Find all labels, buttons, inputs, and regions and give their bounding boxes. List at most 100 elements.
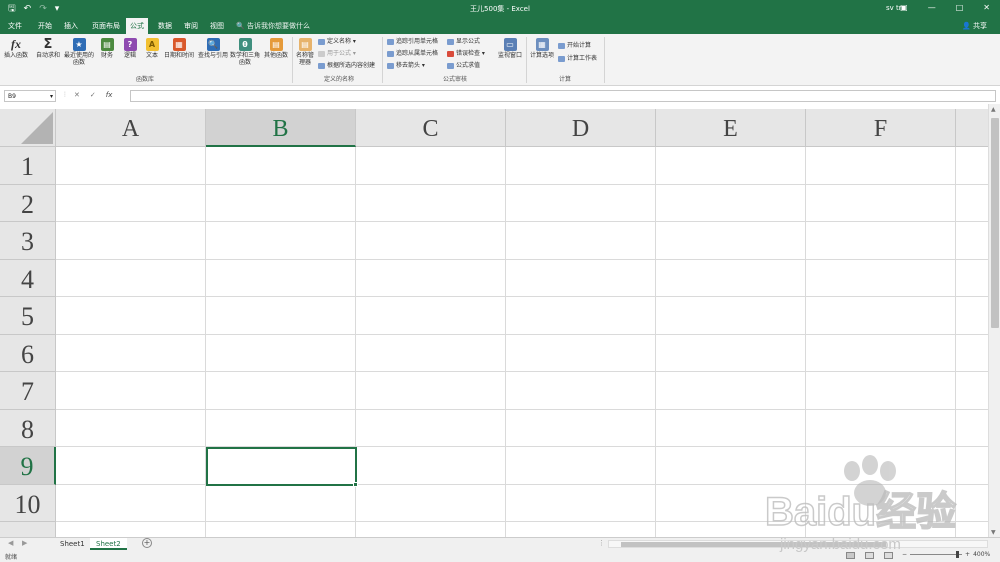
error-checking-button[interactable]: 错误检查 ▾ — [447, 50, 485, 58]
trace-precedents-icon — [387, 38, 394, 45]
sheet-tab-sheet1[interactable]: Sheet1 — [54, 538, 91, 550]
name-manager-button[interactable]: ▤ 名称管理器 — [294, 38, 316, 66]
sheet-tab-sheet2[interactable]: Sheet2 — [90, 538, 127, 550]
column-header-c[interactable]: C — [356, 109, 506, 147]
more-functions-button[interactable]: ▤ 其他函数 — [262, 38, 290, 59]
insert-function-button[interactable]: fx 插入函数 — [3, 38, 29, 59]
insert-function-icon[interactable]: fx — [106, 91, 113, 99]
recent-functions-button[interactable]: ★ 最近使用的函数 — [62, 38, 96, 66]
split-handle-icon[interactable]: ⋮ — [598, 539, 605, 547]
chevron-down-icon[interactable]: ▾ — [50, 91, 53, 102]
financial-icon: ▤ — [100, 38, 114, 51]
tab-6[interactable]: 审阅 — [180, 18, 202, 34]
row-header-4[interactable]: 4 — [0, 259, 56, 297]
create-from-selection-button[interactable]: 根据所选内容创建 — [318, 62, 375, 70]
calculate-now-button[interactable]: 开始计算 — [558, 42, 591, 50]
zoom-in-icon[interactable]: + — [965, 551, 970, 558]
scroll-up-icon[interactable]: ▲ — [991, 106, 996, 113]
column-header-d[interactable]: D — [506, 109, 656, 147]
define-name-icon — [318, 38, 325, 45]
vertical-scroll-thumb[interactable] — [991, 118, 999, 328]
zoom-level[interactable]: 400% — [973, 551, 990, 558]
calculate-sheet-button[interactable]: 计算工作表 — [558, 55, 597, 63]
row-header-5[interactable]: 5 — [0, 297, 56, 335]
normal-view-icon[interactable] — [846, 552, 855, 559]
gridline-horizontal — [56, 296, 988, 297]
column-header-b[interactable]: B — [206, 109, 356, 147]
window-title: 王儿500集 - Excel — [470, 5, 530, 13]
column-header-e[interactable]: E — [656, 109, 806, 147]
tab-2[interactable]: 插入 — [60, 18, 82, 34]
financial-button[interactable]: ▤ 财务 — [97, 38, 117, 59]
page-layout-icon[interactable] — [865, 552, 874, 559]
prev-sheet-icon[interactable]: ◀ — [8, 539, 13, 547]
tab-0[interactable]: 文件 — [4, 18, 26, 34]
logical-label: 逻辑 — [123, 52, 136, 59]
autosum-button[interactable]: Σ 自动求和 — [35, 38, 61, 59]
trace-precedents-label: 追踪引用单元格 — [396, 38, 439, 45]
cancel-icon[interactable]: ✕ — [74, 91, 80, 99]
calculation-options-button[interactable]: ▦ 计算选项 — [528, 38, 556, 59]
vertical-scrollbar[interactable]: ▲ ▼ — [988, 104, 1000, 538]
use-in-formula-icon — [318, 50, 325, 57]
fill-handle[interactable] — [353, 481, 358, 487]
remove-arrows-button[interactable]: 移去箭头 ▾ — [387, 62, 425, 70]
tell-me-box[interactable]: 🔍 告诉我你想要做什么 — [236, 18, 310, 34]
active-cell[interactable] — [206, 447, 358, 487]
column-header-partial[interactable] — [956, 109, 988, 147]
row-header-2[interactable]: 2 — [0, 184, 56, 222]
column-header-f[interactable]: F — [806, 109, 956, 147]
scroll-down-icon[interactable]: ▼ — [991, 529, 996, 536]
row-header-1[interactable]: 1 — [0, 147, 56, 185]
logical-button[interactable]: ? 逻辑 — [120, 38, 140, 59]
enter-icon[interactable]: ✓ — [90, 91, 96, 99]
tab-5[interactable]: 数据 — [154, 18, 176, 34]
evaluate-formula-button[interactable]: 公式求值 — [447, 62, 480, 70]
horizontal-scroll-thumb[interactable] — [621, 542, 886, 547]
sheet-tab-bar: ◀ ▶ Sheet1 Sheet2 + ⋮ — [0, 537, 1000, 550]
column-header-a[interactable]: A — [56, 109, 206, 147]
watch-window-icon: ▭ — [503, 38, 517, 51]
next-sheet-icon[interactable]: ▶ — [22, 539, 27, 547]
text-button[interactable]: A 文本 — [142, 38, 162, 59]
zoom-knob[interactable] — [956, 551, 960, 558]
worksheet-grid: ABCDEF 1 2 3 4 5 6 7 8 9 10 — [0, 109, 988, 537]
insert-function-label: 插入函数 — [3, 52, 28, 59]
zoom-out-icon[interactable]: − — [902, 551, 907, 558]
ribbon-display-icon[interactable]: ▣ — [900, 3, 908, 12]
math-button[interactable]: θ 数学和三角函数 — [230, 38, 260, 66]
select-all-button[interactable] — [0, 109, 56, 147]
datetime-button[interactable]: ▦ 日期和时间 — [162, 38, 196, 59]
formula-input[interactable] — [130, 90, 996, 102]
row-header-8[interactable]: 8 — [0, 409, 56, 447]
row-header-9[interactable]: 9 — [0, 447, 56, 485]
gridline-vertical — [655, 147, 656, 537]
horizontal-scrollbar[interactable] — [608, 540, 988, 548]
tab-3[interactable]: 页面布局 — [88, 18, 124, 34]
tab-4[interactable]: 公式 — [126, 18, 148, 34]
tab-1[interactable]: 开始 — [34, 18, 56, 34]
tab-7[interactable]: 视图 — [206, 18, 228, 34]
maximize-icon[interactable]: □ — [956, 3, 964, 12]
use-in-formula-button[interactable]: 用于公式 ▾ — [318, 50, 356, 58]
minimize-icon[interactable]: — — [928, 3, 936, 12]
row-header-10[interactable]: 10 — [0, 484, 56, 522]
row-header-6[interactable]: 6 — [0, 334, 56, 372]
share-button[interactable]: 👤 共享 — [962, 18, 987, 34]
row-header-7[interactable]: 7 — [0, 372, 56, 410]
close-icon[interactable]: ✕ — [983, 3, 990, 12]
row-header-partial[interactable] — [0, 522, 56, 537]
page-break-icon[interactable] — [884, 552, 893, 559]
add-sheet-button[interactable]: + — [142, 538, 152, 548]
watch-window-button[interactable]: ▭ 监视窗口 — [496, 38, 524, 59]
calendar-icon: ▦ — [172, 38, 186, 51]
lookup-button[interactable]: 🔍 查找与引用 — [196, 38, 230, 59]
show-formulas-button[interactable]: 显示公式 — [447, 38, 480, 46]
define-name-button[interactable]: 定义名称 ▾ — [318, 38, 356, 46]
name-box[interactable]: B9 ▾ — [4, 90, 56, 102]
zoom-slider[interactable] — [910, 551, 963, 558]
gridline-horizontal — [56, 521, 988, 522]
trace-dependents-button[interactable]: 追踪从属单元格 — [387, 50, 438, 58]
row-header-3[interactable]: 3 — [0, 222, 56, 260]
trace-precedents-button[interactable]: 追踪引用单元格 — [387, 38, 438, 46]
